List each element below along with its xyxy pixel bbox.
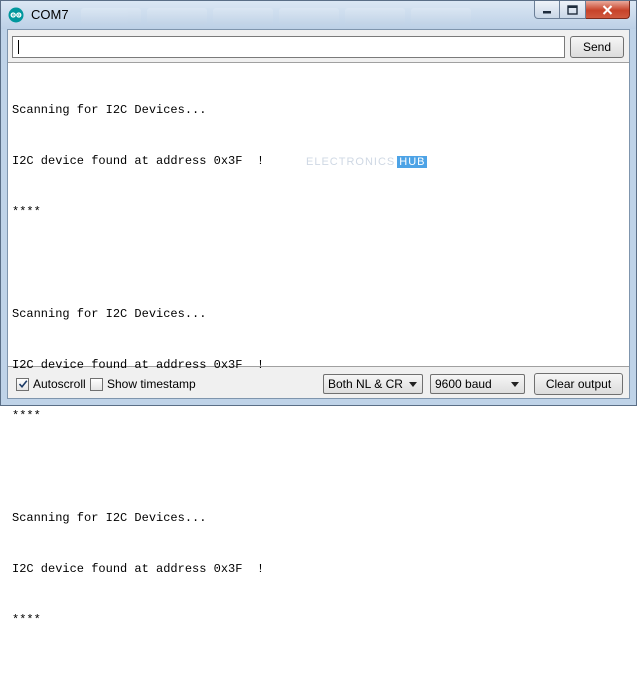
serial-input[interactable] <box>12 36 565 58</box>
bottom-toolbar: Autoscroll Show timestamp Both NL & CR 9… <box>8 369 629 398</box>
line-ending-value: Both NL & CR <box>328 377 403 391</box>
autoscroll-checkbox[interactable] <box>16 377 29 391</box>
title-bar[interactable]: COM7 <box>1 1 636 29</box>
show-timestamp-option[interactable]: Show timestamp <box>90 377 196 391</box>
output-line: Scanning for I2C Devices... <box>12 103 207 117</box>
close-button[interactable] <box>586 1 630 19</box>
output-line: I2C device found at address 0x3F ! <box>12 562 265 576</box>
background-taskbar-ghost <box>81 8 471 24</box>
serial-output[interactable]: Scanning for I2C Devices... I2C device f… <box>8 62 629 627</box>
clear-output-button[interactable]: Clear output <box>534 373 623 395</box>
window-controls <box>534 1 630 21</box>
output-line: Scanning for I2C Devices... <box>12 511 207 525</box>
watermark-text: ELECTRONICS <box>306 156 396 168</box>
baud-rate-select[interactable]: 9600 baud <box>430 374 525 394</box>
watermark-hub-text: HUB <box>397 156 428 168</box>
maximize-button[interactable] <box>560 1 586 19</box>
close-icon <box>602 4 613 15</box>
output-line: **** <box>12 205 41 219</box>
baud-rate-value: 9600 baud <box>435 377 492 391</box>
output-line: Scanning for I2C Devices... <box>12 307 207 321</box>
output-line: **** <box>12 409 41 423</box>
minimize-icon <box>543 10 551 13</box>
minimize-button[interactable] <box>534 1 560 19</box>
window-title: COM7 <box>31 7 69 22</box>
show-timestamp-label: Show timestamp <box>107 377 196 391</box>
chevron-down-icon <box>409 382 417 387</box>
line-ending-select[interactable]: Both NL & CR <box>323 374 423 394</box>
maximize-icon <box>567 4 578 15</box>
autoscroll-option[interactable]: Autoscroll <box>16 377 86 391</box>
checkmark-icon <box>18 380 27 389</box>
arduino-icon <box>8 7 24 23</box>
chevron-down-icon <box>511 382 519 387</box>
autoscroll-label: Autoscroll <box>33 377 86 391</box>
electronics-hub-watermark: ELECTRONICS HUB <box>306 155 428 169</box>
send-button[interactable]: Send <box>570 36 624 58</box>
text-caret <box>18 40 19 54</box>
serial-monitor-body: Send Scanning for I2C Devices... I2C dev… <box>7 29 630 627</box>
serial-monitor-window: COM7 Send Scanning for I2C Devices... I2… <box>0 0 637 627</box>
output-line: **** <box>12 613 41 627</box>
show-timestamp-checkbox[interactable] <box>90 377 103 391</box>
